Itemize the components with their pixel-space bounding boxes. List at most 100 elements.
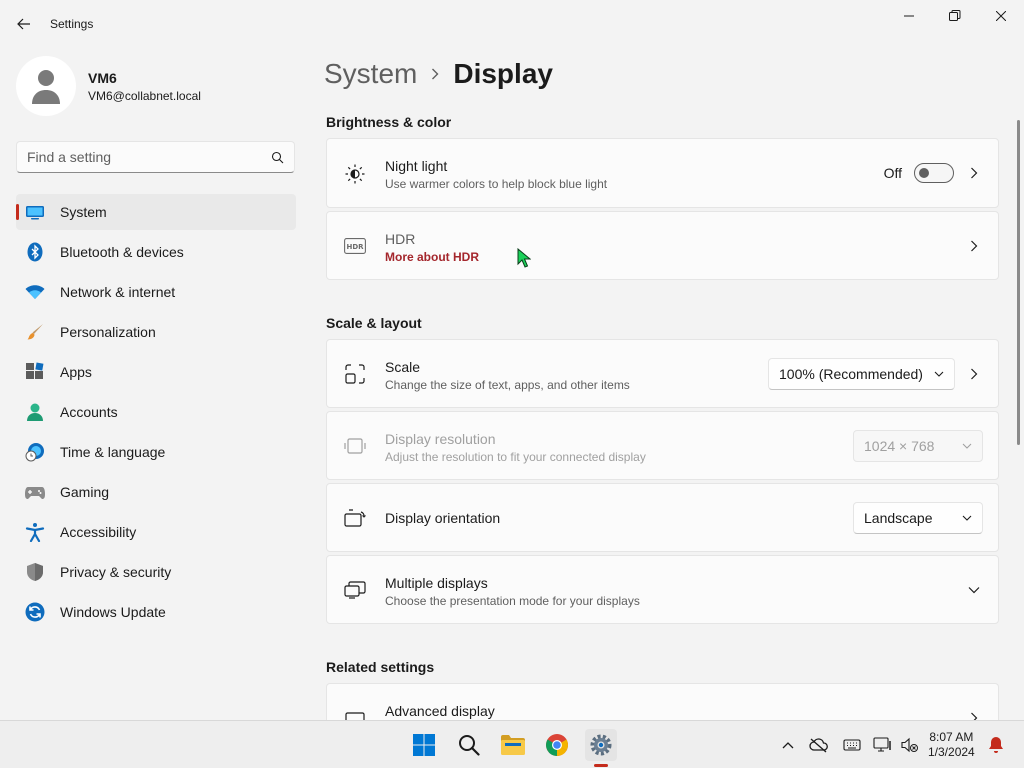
sidebar-item-time-language[interactable]: Time & language: [16, 434, 296, 470]
volume-muted-icon: [901, 737, 918, 753]
sidebar-item-accounts[interactable]: Accounts: [16, 394, 296, 430]
chevron-down-icon: [968, 584, 980, 596]
taskbar-search-button[interactable]: [453, 729, 485, 761]
sidebar-item-network[interactable]: Network & internet: [16, 274, 296, 310]
sidebar-item-accessibility[interactable]: Accessibility: [16, 514, 296, 550]
brush-icon: [24, 321, 46, 343]
chevron-down-icon: [934, 371, 944, 377]
advanced-display-card[interactable]: Advanced display: [326, 683, 999, 720]
clock[interactable]: 8:07 AM 1/3/2024: [928, 730, 975, 760]
clock-date: 1/3/2024: [928, 745, 975, 759]
chevron-right-icon: [968, 167, 980, 179]
sidebar-item-privacy[interactable]: Privacy & security: [16, 554, 296, 590]
folder-icon: [501, 735, 525, 755]
globe-clock-icon: [24, 441, 46, 463]
clock-time: 8:07 AM: [929, 730, 974, 744]
restore-icon: [949, 10, 961, 21]
back-button[interactable]: [10, 10, 38, 38]
sidebar-item-label: System: [60, 204, 107, 220]
person-icon: [24, 401, 46, 423]
section-title-brightness: Brightness & color: [326, 114, 452, 130]
display-orientation-card[interactable]: Display orientation Landscape: [326, 483, 999, 552]
orientation-icon: [343, 506, 367, 530]
app-title: Settings: [50, 17, 94, 31]
notification-button[interactable]: [986, 735, 1006, 755]
brightness-icon: [343, 162, 367, 186]
search-box[interactable]: [16, 141, 295, 173]
network-tray-button[interactable]: [873, 735, 893, 755]
volume-tray-button[interactable]: [900, 735, 920, 755]
sidebar-item-apps[interactable]: Apps: [16, 354, 296, 390]
avatar: [16, 56, 76, 116]
night-light-toggle[interactable]: [914, 163, 954, 183]
sidebar-item-system[interactable]: System: [16, 194, 296, 230]
onedrive-tray-button[interactable]: [809, 735, 829, 755]
sidebar-item-label: Accessibility: [60, 524, 137, 540]
mouse-cursor-icon: [517, 248, 531, 268]
chevron-right-icon: [431, 68, 439, 80]
hdr-card[interactable]: HDR HDR More about HDR: [326, 211, 999, 280]
chevron-down-icon: [962, 515, 972, 521]
scale-subtitle: Change the size of text, apps, and other…: [385, 378, 630, 392]
accessibility-icon: [24, 521, 46, 543]
sidebar-item-windows-update[interactable]: Windows Update: [16, 594, 296, 630]
start-button[interactable]: [408, 729, 440, 761]
profile-name: VM6: [88, 69, 117, 86]
resolution-title: Display resolution: [385, 431, 496, 447]
hdr-more-link[interactable]: More about HDR: [385, 250, 479, 264]
search-input[interactable]: [27, 149, 271, 165]
hdr-icon: HDR: [343, 234, 367, 258]
scrollbar-thumb[interactable]: [1017, 120, 1020, 445]
chevron-right-icon: [968, 240, 980, 252]
breadcrumb-parent[interactable]: System: [324, 58, 417, 90]
title-bar: Settings: [0, 0, 1024, 48]
sidebar-item-personalization[interactable]: Personalization: [16, 314, 296, 350]
maximize-button[interactable]: [932, 0, 978, 32]
settings-taskbar-button[interactable]: [585, 729, 617, 767]
file-explorer-button[interactable]: [497, 729, 529, 761]
search-icon[interactable]: [271, 151, 284, 164]
sidebar-item-bluetooth[interactable]: Bluetooth & devices: [16, 234, 296, 270]
multiple-displays-card[interactable]: Multiple displays Choose the presentatio…: [326, 555, 999, 624]
system-icon: [24, 201, 46, 223]
sidebar-item-gaming[interactable]: Gaming: [16, 474, 296, 510]
chrome-button[interactable]: [541, 729, 573, 761]
close-icon: [996, 11, 1006, 21]
sidebar-item-label: Gaming: [60, 484, 110, 500]
sidebar-item-label: Windows Update: [60, 604, 166, 620]
network-icon: [873, 737, 891, 752]
night-light-toggle-group: Off: [884, 163, 954, 183]
resolution-icon: [343, 434, 367, 458]
keyboard-icon: [843, 739, 861, 751]
user-profile[interactable]: VM6 VM6@collabnet.local: [16, 56, 201, 116]
show-hidden-icons-button[interactable]: [778, 735, 798, 755]
sidebar-nav: System Bluetooth & devices Network & int…: [16, 194, 296, 634]
orientation-dropdown[interactable]: Landscape: [853, 502, 983, 534]
scale-value: 100% (Recommended): [779, 366, 923, 382]
section-title-related: Related settings: [326, 659, 435, 675]
sidebar-item-label: Time & language: [60, 444, 166, 460]
refresh-icon: [24, 601, 46, 623]
sidebar-item-label: Personalization: [60, 324, 156, 340]
person-avatar-icon: [32, 70, 60, 104]
windows-logo-icon: [413, 734, 435, 756]
back-arrow-icon: [17, 18, 30, 30]
night-light-title: Night light: [385, 158, 448, 174]
chevron-up-icon: [782, 742, 794, 749]
minimize-button[interactable]: [886, 0, 932, 32]
active-app-indicator: [594, 764, 608, 767]
scale-card[interactable]: Scale Change the size of text, apps, and…: [326, 339, 999, 408]
multiple-displays-icon: [343, 578, 367, 602]
section-title-scale: Scale & layout: [326, 315, 422, 331]
night-light-card[interactable]: Night light Use warmer colors to help bl…: [326, 138, 999, 208]
scale-dropdown[interactable]: 100% (Recommended): [768, 358, 955, 390]
display-resolution-card: Display resolution Adjust the resolution…: [326, 411, 999, 480]
orientation-value: Landscape: [864, 510, 933, 526]
resolution-dropdown[interactable]: 1024 × 768: [853, 430, 983, 462]
profile-email: VM6@collabnet.local: [88, 88, 201, 103]
taskbar: 8:07 AM 1/3/2024: [0, 720, 1024, 768]
close-button[interactable]: [978, 0, 1024, 32]
chevron-down-icon: [962, 443, 972, 449]
keyboard-tray-button[interactable]: [842, 735, 862, 755]
advanced-display-title: Advanced display: [385, 703, 495, 719]
